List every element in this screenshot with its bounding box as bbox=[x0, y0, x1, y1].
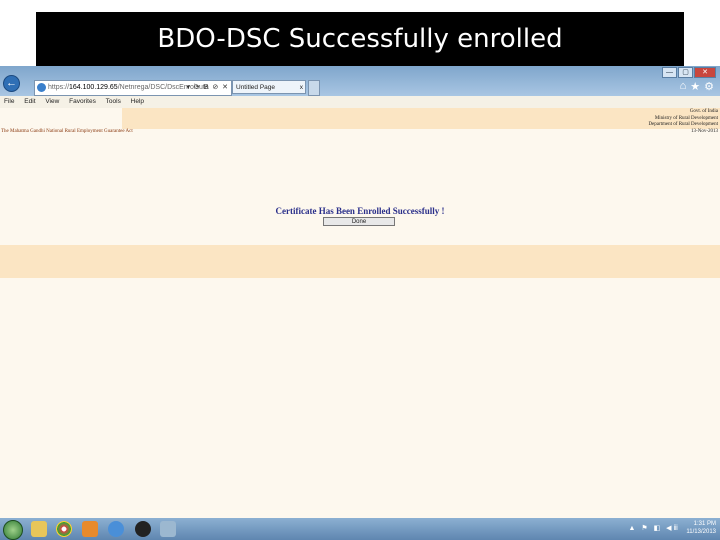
address-url: https://164.100.129.65/Netnrega/DSC/DscE… bbox=[48, 84, 209, 91]
menu-help[interactable]: Help bbox=[131, 98, 144, 105]
browser-window: — ▢ ✕ ← https://164.100.129.65/Netnrega/… bbox=[0, 66, 720, 518]
paint-icon[interactable] bbox=[160, 521, 176, 537]
clock[interactable]: 1:31 PM 11/13/2013 bbox=[686, 520, 716, 536]
slide-title: BDO-DSC Successfully enrolled bbox=[36, 12, 684, 66]
menu-edit[interactable]: Edit bbox=[24, 98, 35, 105]
footer-band bbox=[0, 245, 720, 278]
sub-header: The Mahatma Gandhi National Rural Employ… bbox=[0, 129, 720, 135]
back-arrow-icon: ← bbox=[6, 77, 17, 89]
start-button[interactable] bbox=[3, 520, 23, 540]
menu-file[interactable]: File bbox=[4, 98, 14, 105]
maximize-button[interactable]: ▢ bbox=[678, 67, 693, 78]
media-icon[interactable] bbox=[82, 521, 98, 537]
toolbar-icons: ⌂ ★ ⚙ bbox=[680, 80, 714, 93]
menu-tools[interactable]: Tools bbox=[106, 98, 121, 105]
page-date: 13-Nov-2013 bbox=[691, 129, 718, 134]
ie-taskbar-icon[interactable] bbox=[108, 521, 124, 537]
browser-chrome: — ▢ ✕ ← https://164.100.129.65/Netnrega/… bbox=[0, 66, 720, 96]
app-icon[interactable] bbox=[135, 521, 151, 537]
done-button[interactable]: Done bbox=[323, 217, 395, 226]
tab-close-icon[interactable]: x bbox=[300, 81, 303, 95]
success-message: Certificate Has Been Enrolled Successful… bbox=[275, 206, 445, 216]
minimize-button[interactable]: — bbox=[662, 67, 677, 78]
menu-view[interactable]: View bbox=[45, 98, 59, 105]
act-name: The Mahatma Gandhi National Rural Employ… bbox=[1, 129, 133, 134]
star-icon[interactable]: ★ bbox=[690, 80, 700, 93]
page-header: Govt. of India Ministry of Rural Develop… bbox=[0, 108, 720, 129]
address-buttons[interactable]: ▾ ⟳ B ⊘ ✕ bbox=[186, 81, 229, 95]
back-button[interactable]: ← bbox=[3, 75, 20, 92]
header-logo-area bbox=[0, 108, 122, 129]
tab-title: Untitled Page bbox=[236, 84, 276, 91]
tab-untitled-page[interactable]: Untitled Page x bbox=[232, 80, 306, 94]
tray-icons[interactable]: ▲ ⚑ ◧ ◀ⅲ bbox=[629, 524, 681, 532]
home-icon[interactable]: ⌂ bbox=[680, 80, 687, 93]
menu-favorites[interactable]: Favorites bbox=[69, 98, 96, 105]
menu-bar: File Edit View Favorites Tools Help bbox=[0, 96, 720, 108]
ie-icon bbox=[37, 82, 46, 92]
new-tab-button[interactable] bbox=[308, 80, 320, 96]
window-controls: — ▢ ✕ bbox=[662, 67, 716, 78]
govt-info: Govt. of India Ministry of Rural Develop… bbox=[648, 109, 718, 127]
gear-icon[interactable]: ⚙ bbox=[704, 80, 714, 93]
folder-icon[interactable] bbox=[31, 521, 47, 537]
chrome-icon[interactable] bbox=[56, 521, 72, 537]
taskbar: ▲ ⚑ ◧ ◀ⅲ 1:31 PM 11/13/2013 bbox=[0, 518, 720, 540]
close-button[interactable]: ✕ bbox=[694, 67, 716, 78]
address-bar[interactable]: https://164.100.129.65/Netnrega/DSC/DscE… bbox=[34, 80, 232, 96]
